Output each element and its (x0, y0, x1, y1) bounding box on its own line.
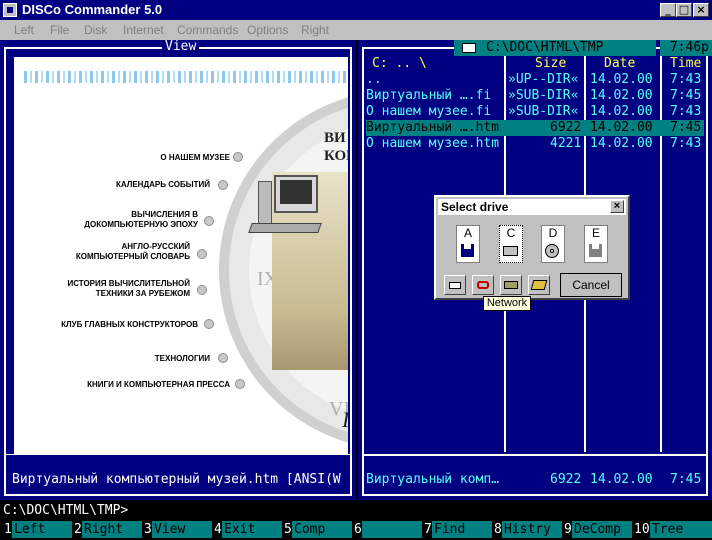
cancel-button[interactable]: Cancel (560, 273, 622, 297)
f8-history-key[interactable]: 8 Histry (494, 519, 562, 540)
link-designers-club[interactable]: КЛУБ ГЛАВНЫХ КОНСТРУКТОРОВ (61, 320, 198, 330)
f4-exit-key[interactable]: 4 Exit (214, 519, 282, 540)
title-bar: DISCo Commander 5.0 _ □ × (0, 0, 712, 20)
menu-options[interactable]: Options (247, 23, 288, 37)
drive-a-button[interactable]: A (456, 225, 480, 263)
close-button[interactable]: × (693, 3, 709, 17)
command-line[interactable]: C:\DOC\HTML\TMP> (0, 502, 712, 519)
menu-disk[interactable]: Disk (84, 23, 107, 37)
column-headers: C: .. \ Size Date Time (366, 56, 704, 72)
f1-left-key[interactable]: 1 Left (4, 519, 72, 540)
header-pattern (24, 71, 348, 83)
file-row[interactable]: .. »UP--DIR« 14.02.00 7:43 (366, 72, 704, 88)
clock: 7:46p (660, 40, 712, 56)
dialog-title: Select drive (438, 199, 626, 215)
date-header[interactable]: Date (604, 56, 635, 72)
menu-commands[interactable]: Commands (177, 23, 238, 37)
time-header[interactable]: Time (670, 56, 701, 72)
network-icon[interactable] (472, 275, 494, 295)
f5-comp-key[interactable]: 5 Comp (284, 519, 352, 540)
folder-icon (462, 43, 476, 53)
link-books-press[interactable]: КНИГИ И КОМПЬЮТЕРНАЯ ПРЕССА (87, 380, 230, 390)
f2-right-key[interactable]: 2 Right (74, 519, 142, 540)
link-bullet (218, 180, 228, 190)
file-row[interactable]: О нашем музее.fi »SUB-DIR« 14.02.00 7:43 (366, 104, 704, 120)
link-bullet (235, 379, 245, 389)
link-technologies[interactable]: ТЕХНОЛОГИИ (155, 354, 210, 364)
link-dictionary[interactable]: АНГЛО-РУССКИЙ КОМПЬЮТЕРНЫЙ СЛОВАРЬ (76, 242, 190, 262)
minimize-button[interactable]: _ (660, 3, 676, 17)
maximize-button[interactable]: □ (676, 3, 692, 17)
network-drive-icon[interactable] (500, 275, 522, 295)
current-path: C:\DOC\HTML\TMP (486, 40, 604, 55)
window-title: DISCo Commander 5.0 (22, 2, 163, 17)
dialog-close-button[interactable]: × (610, 200, 624, 213)
f10-tree-key[interactable]: 10 Tree (634, 519, 712, 540)
network-tooltip: Network (483, 296, 531, 311)
page-heading-partial: ВИ КОМ (324, 130, 348, 164)
html-preview[interactable]: XI X IX VIII VII ВИ КОМ I О НАШЕМ МУЗЕЕ … (14, 57, 348, 455)
link-bullet (197, 285, 207, 295)
drive-c-button[interactable]: C (499, 225, 523, 263)
menu-bar: Left File Disk Internet Commands Options… (0, 20, 712, 40)
path-bar[interactable]: C:\DOC\HTML\TMP (454, 40, 656, 56)
computer-illustration (246, 175, 336, 245)
file-row-selected[interactable]: Виртуальный ….htm 6922 14.02.00 7:45 (366, 120, 704, 136)
menu-file[interactable]: File (50, 23, 69, 37)
removable-disk-icon (589, 244, 602, 257)
hard-disk-icon (503, 246, 518, 256)
ftp-folder-icon[interactable] (528, 275, 550, 295)
clock-numeral-i: I (342, 407, 348, 433)
link-bullet (233, 152, 243, 162)
link-bullet (218, 353, 228, 363)
file-row[interactable]: Виртуальный ….fi »SUB-DIR« 14.02.00 7:45 (366, 88, 704, 104)
menu-left[interactable]: Left (14, 23, 34, 37)
cd-rom-icon (545, 244, 559, 258)
link-bullet (204, 216, 214, 226)
f7-find-key[interactable]: 7 Find (424, 519, 492, 540)
menu-internet[interactable]: Internet (123, 23, 164, 37)
link-foreign-history[interactable]: ИСТОРИЯ ВЫЧИСЛИТЕЛЬНОЙ ТЕХНИКИ ЗА РУБЕЖО… (67, 279, 190, 299)
select-drive-dialog: Select drive × A C D E Cancel (434, 195, 630, 300)
link-events-calendar[interactable]: КАЛЕНДАРЬ СОБЫТИЙ (116, 180, 210, 190)
link-pre-computer-era[interactable]: ВЫЧИСЛЕНИЯ В ДОКОМПЬЮТЕРНУЮ ЭПОХУ (84, 210, 198, 230)
function-key-bar: 1 Left 2 Right 3 View 4 Exit 5 Comp 6 7 Find 8… (0, 519, 712, 540)
floppy-icon (461, 244, 474, 257)
f9-decomp-key[interactable]: 9 DeComp (564, 519, 632, 540)
link-bullet (204, 319, 214, 329)
drive-e-button[interactable]: E (584, 225, 608, 263)
link-about-museum[interactable]: О НАШЕМ МУЗЕЕ (160, 153, 230, 163)
viewer-status: Виртуальный компьютерный музей.htm [ANSI… (12, 472, 341, 487)
right-status-divider (362, 454, 708, 456)
viewer-title: View (162, 40, 200, 54)
link-bullet (197, 249, 207, 259)
printer-icon[interactable] (444, 275, 466, 295)
drive-d-button[interactable]: D (541, 225, 565, 263)
f3-view-key[interactable]: 3 View (144, 519, 212, 540)
size-header[interactable]: Size (535, 56, 566, 72)
f6-key[interactable]: 6 (354, 519, 422, 540)
file-status-line: Виртуальный комп… 6922 14.02.00 7:45 (366, 472, 702, 487)
app-icon[interactable] (3, 3, 17, 17)
file-row[interactable]: О нашем музее.htm 4221 14.02.00 7:43 (366, 136, 704, 152)
menu-right[interactable]: Right (301, 23, 329, 37)
drive-header[interactable]: C: .. \ (372, 56, 427, 72)
